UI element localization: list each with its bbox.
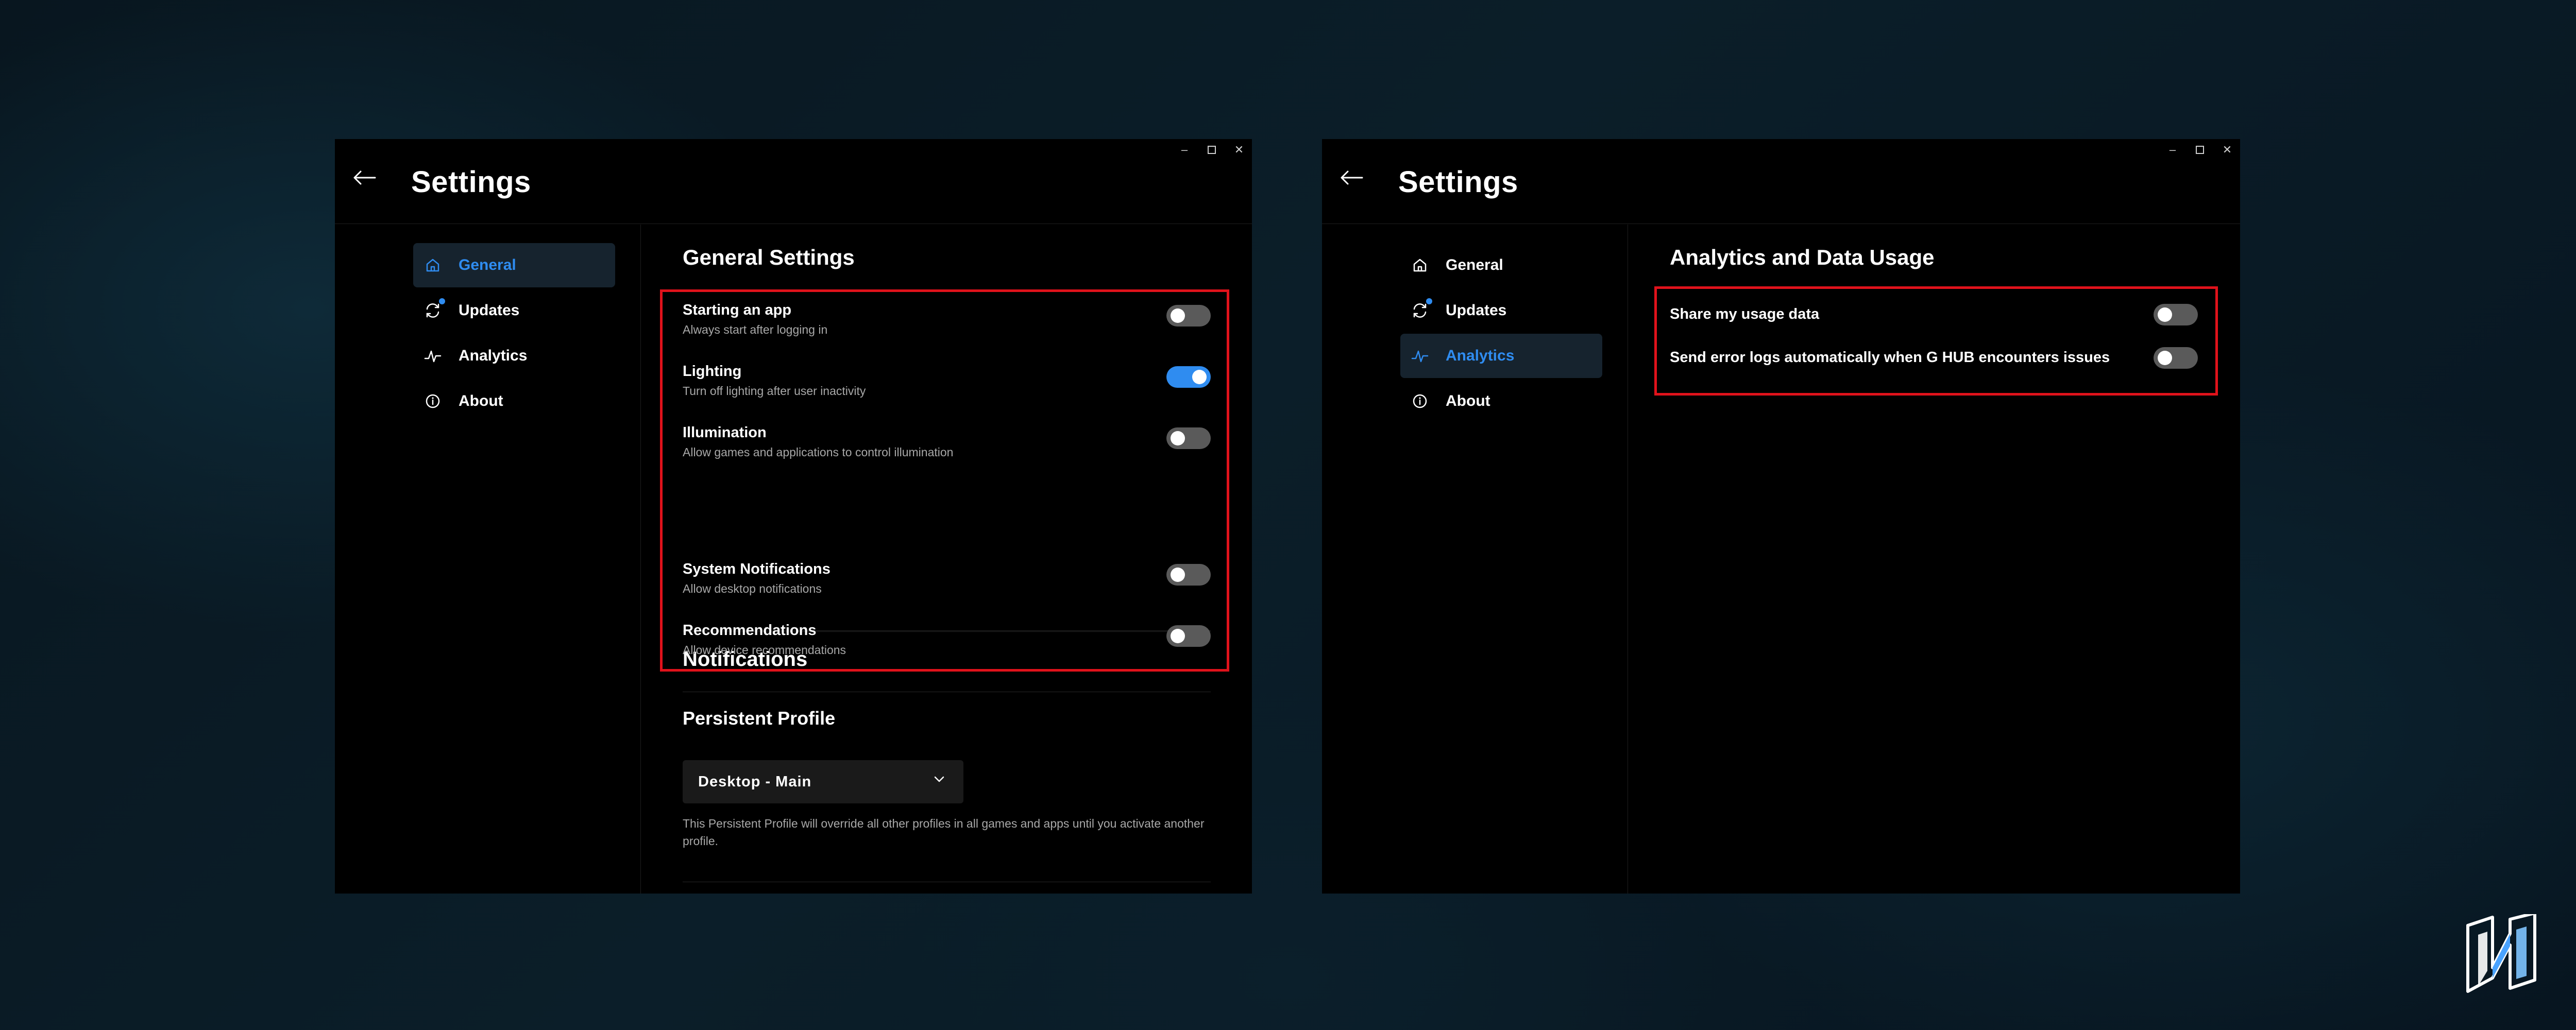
settings-header: Settings (1322, 139, 2240, 224)
info-icon (423, 392, 442, 410)
back-arrow-icon[interactable] (1340, 170, 1363, 185)
setting-label: System Notifications (683, 561, 831, 577)
notifications-layer: System Notifications Allow desktop notif… (641, 225, 1252, 894)
update-badge (439, 298, 445, 304)
section-title-persistent-profile: Persistent Profile (683, 708, 836, 729)
setting-label: Recommendations (683, 622, 817, 639)
settings-header: Settings (335, 139, 1252, 224)
dropdown-value: Desktop - Main (698, 773, 812, 790)
sidebar-item-label: Analytics (1446, 347, 1515, 364)
settings-window-analytics: – ✕ Settings General Updates Analytics A… (1322, 139, 2240, 894)
refresh-icon (1411, 298, 1432, 320)
sidebar-item-general[interactable]: General (413, 243, 615, 287)
sidebar-item-label: General (1446, 256, 1503, 273)
section-title-analytics: Analytics and Data Usage (1670, 245, 1935, 269)
highlight-box (1654, 286, 2218, 396)
sidebar-item-updates[interactable]: Updates (413, 288, 615, 333)
home-icon (423, 256, 442, 274)
recommendations-toggle[interactable] (1166, 625, 1211, 647)
pulse-icon (423, 347, 442, 365)
setting-row-share-usage: Share my usage data (1670, 304, 2198, 325)
sidebar-item-label: Updates (1446, 302, 1507, 319)
system-notifications-toggle[interactable] (1166, 564, 1211, 586)
refresh-icon (423, 298, 445, 320)
sidebar-item-about[interactable]: About (1400, 379, 1602, 423)
sidebar-item-label: About (459, 392, 503, 409)
persistent-profile-note: This Persistent Profile will override al… (683, 817, 1205, 848)
page-title: Settings (411, 165, 531, 199)
n-logo-icon (2466, 914, 2536, 993)
update-badge (1426, 298, 1432, 304)
persistent-profile-dropdown[interactable]: Desktop - Main (683, 760, 963, 803)
sidebar-item-label: About (1446, 392, 1490, 409)
pulse-icon (1411, 347, 1429, 365)
sidebar-item-analytics[interactable]: Analytics (413, 334, 615, 378)
setting-row-recommendations: Recommendations Allow device recommendat… (683, 622, 1211, 657)
sidebar-item-about[interactable]: About (413, 379, 615, 423)
sidebar: General Updates Analytics About (1322, 225, 1628, 894)
info-icon (1411, 392, 1429, 410)
error-logs-toggle[interactable] (2154, 347, 2198, 369)
settings-content: Analytics and Data Usage Share my usage … (1629, 225, 2240, 894)
setting-description: Allow device recommendations (683, 643, 846, 657)
back-arrow-icon[interactable] (352, 170, 376, 185)
sidebar-item-analytics[interactable]: Analytics (1400, 334, 1602, 378)
setting-description: Allow desktop notifications (683, 582, 822, 595)
sidebar-item-updates[interactable]: Updates (1400, 288, 1602, 333)
sidebar-item-label: Updates (459, 302, 520, 319)
home-icon (1411, 256, 1429, 274)
share-usage-toggle[interactable] (2154, 304, 2198, 325)
setting-label: Share my usage data (1670, 306, 1820, 322)
setting-row-system-notifications: System Notifications Allow desktop notif… (683, 561, 1211, 596)
sidebar-item-label: Analytics (459, 347, 528, 364)
sidebar-item-general[interactable]: General (1400, 243, 1602, 287)
setting-label: Send error logs automatically when G HUB… (1670, 349, 2110, 366)
chevron-down-icon (934, 776, 944, 782)
page-title: Settings (1398, 165, 1518, 199)
setting-row-error-logs: Send error logs automatically when G HUB… (1670, 347, 2198, 369)
sidebar: General Updates Analytics About (335, 225, 641, 894)
sidebar-item-label: General (459, 256, 516, 273)
